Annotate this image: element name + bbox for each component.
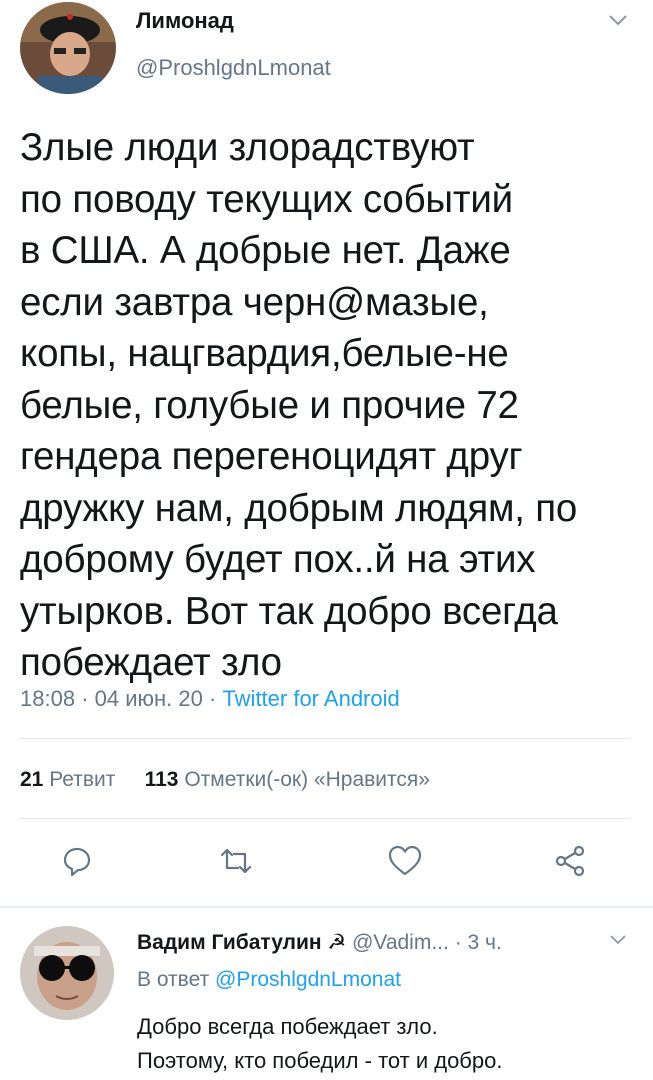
tweet-text-line: в США. А добрые нет. Даже: [20, 229, 511, 272]
likes-stat[interactable]: 113 Отметки(-ок) «Нравится»: [145, 768, 430, 791]
tweet-text-line: по поводу текущих событий: [20, 177, 513, 221]
retweets-label: Ретвит: [49, 768, 116, 791]
tweet-time[interactable]: 18:08: [20, 686, 75, 711]
chevron-down-icon[interactable]: [598, 0, 638, 40]
tweet-meta: 18:08 · 04 июн. 20 · Twitter for Android: [20, 686, 400, 712]
like-button[interactable]: [383, 839, 427, 883]
like-icon: [388, 845, 422, 876]
author-name[interactable]: Лимонад: [136, 8, 234, 34]
likes-count: 113: [144, 768, 179, 791]
meta-separator: ·: [81, 686, 89, 711]
tweet-text-line: дружку нам, добрым людям, по: [20, 486, 578, 530]
retweet-button[interactable]: [214, 839, 258, 883]
tweet-text-line: если завтра черн@мазые,: [20, 280, 489, 324]
tweet-text-line: доброму будет пох..й на этих: [20, 538, 536, 581]
section-separator: [0, 906, 653, 908]
hammer-sickle-emoji: ☭: [327, 931, 347, 954]
share-button[interactable]: [548, 839, 592, 883]
tweet-text-line: гендера перегеноцидят друг: [20, 435, 523, 478]
tweet-text-line: белые, голубые и прочие 72: [20, 383, 519, 427]
share-icon: [555, 845, 585, 877]
meta-separator: ·: [208, 686, 217, 711]
tweet-text-line: копы, нацгвардия,белые-не: [20, 332, 509, 375]
retweets-stat[interactable]: 21 Ретвит: [20, 768, 115, 791]
in-reply-handle[interactable]: @ProshlgdnLmonat: [215, 968, 401, 991]
tweet-text: Злые люди злорадствуют по поводу текущих…: [20, 122, 630, 689]
reply-icon: [63, 847, 91, 877]
reply-button[interactable]: [55, 839, 99, 883]
reply-author-handle[interactable]: @Vadim...: [352, 931, 449, 954]
retweet-icon: [220, 848, 252, 874]
chevron-down-icon[interactable]: [600, 922, 636, 958]
in-reply-prefix: В ответ: [137, 968, 210, 991]
reply-author-name[interactable]: Вадим Гибатулин: [137, 931, 322, 954]
reply-header: Вадим Гибатулин ☭ @Vadim... · 3 ч.: [137, 930, 502, 955]
likes-label: Отметки(-ок) «Нравится»: [184, 768, 430, 791]
divider: [20, 738, 630, 739]
divider: [20, 818, 630, 819]
author-avatar[interactable]: [20, 2, 116, 94]
tweet-text-line: Злые люди злорадствуют: [20, 126, 475, 169]
reply-time: · 3 ч.: [454, 931, 502, 954]
in-reply-to: В ответ @ProshlgdnLmonat: [137, 968, 401, 992]
tweet-date[interactable]: 04 июн. 20: [95, 686, 203, 711]
reply-text: Добро всегда побеждает зло. Поэтому, кто…: [137, 1010, 503, 1078]
tweet-client-link[interactable]: Twitter for Android: [222, 686, 399, 711]
reply-text-line: Добро всегда побеждает зло.: [137, 1014, 438, 1039]
reply-text-line: Поэтому, кто победил - тот и добро.: [137, 1048, 503, 1073]
tweet-stats: 21 Ретвит 113 Отметки(-ок) «Нравится»: [20, 768, 430, 792]
retweets-count: 21: [20, 768, 44, 791]
author-handle[interactable]: @ProshlgdnLmonat: [136, 55, 331, 81]
tweet-text-line: побеждает зло: [20, 641, 282, 684]
tweet-text-line: утырков. Вот так добро всегда: [20, 589, 558, 633]
reply-author-avatar[interactable]: [20, 926, 114, 1020]
